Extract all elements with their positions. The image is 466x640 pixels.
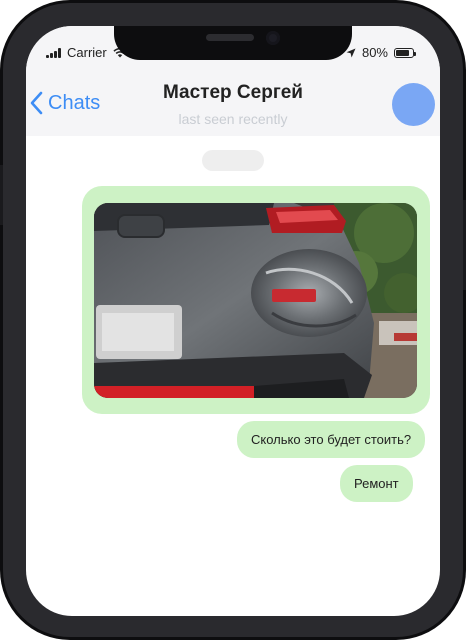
message-bubble-repair[interactable]: Ремонт (340, 465, 413, 502)
avatar[interactable] (392, 83, 435, 126)
status-right: 80% (346, 45, 416, 60)
car-damage-image (94, 203, 417, 398)
side-button-left (0, 165, 3, 225)
carrier-label: Carrier (67, 45, 107, 60)
signal-icon (46, 47, 61, 58)
car-damage-photo[interactable] (94, 203, 417, 398)
speaker-grille (206, 34, 254, 41)
battery-icon (394, 47, 416, 58)
message-text-question: Сколько это будет стоить? (251, 432, 412, 447)
phone-screen: Carrier 80% Chats Мастер Сергей last see… (26, 26, 440, 616)
battery-fill (396, 49, 409, 56)
front-camera (266, 31, 280, 45)
phone-notch (114, 26, 352, 60)
last-seen-status: last seen recently (178, 111, 288, 127)
message-text-repair: Ремонт (354, 476, 399, 491)
location-arrow-icon (346, 48, 356, 57)
message-bubble-question[interactable]: Сколько это будет стоить? (237, 421, 426, 458)
date-pill (202, 150, 264, 171)
phone-frame: Carrier 80% Chats Мастер Сергей last see… (0, 0, 466, 640)
battery-percent: 80% (361, 45, 388, 60)
image-message-bubble[interactable] (82, 186, 430, 414)
contact-name[interactable]: Мастер Сергей (26, 82, 440, 104)
status-left: Carrier (46, 45, 127, 60)
